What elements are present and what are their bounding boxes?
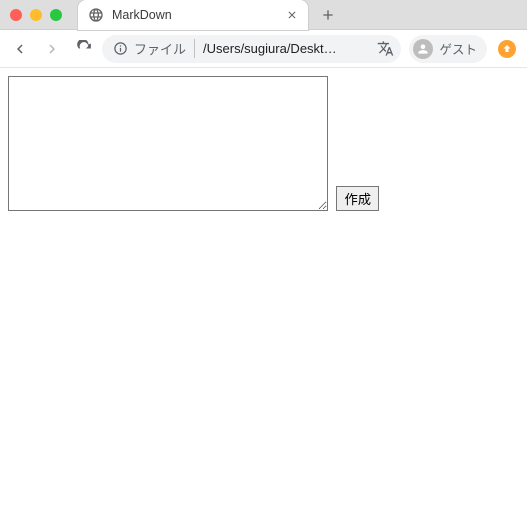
create-button[interactable]: 作成 xyxy=(336,186,379,211)
markdown-textarea[interactable] xyxy=(8,76,328,211)
tab-title: MarkDown xyxy=(112,8,284,22)
update-indicator[interactable] xyxy=(493,35,521,63)
update-arrow-icon xyxy=(498,40,516,58)
browser-tab[interactable]: MarkDown xyxy=(78,0,308,30)
tab-close-button[interactable] xyxy=(284,7,300,23)
profile-guest-label: ゲスト xyxy=(439,39,477,58)
url-path: /Users/sugiura/Deskt… xyxy=(203,41,369,56)
browser-toolbar: ファイル /Users/sugiura/Deskt… ゲスト xyxy=(0,30,527,68)
new-tab-button[interactable] xyxy=(314,1,342,29)
profile-guest-chip[interactable]: ゲスト xyxy=(409,35,487,63)
window-traffic-lights xyxy=(0,9,78,21)
window-minimize-button[interactable] xyxy=(30,9,42,21)
globe-icon xyxy=(88,7,104,23)
window-close-button[interactable] xyxy=(10,9,22,21)
site-info-icon[interactable] xyxy=(112,41,128,57)
url-scheme-label: ファイル xyxy=(134,39,195,58)
window-zoom-button[interactable] xyxy=(50,9,62,21)
avatar-icon xyxy=(413,39,433,59)
forward-button[interactable] xyxy=(38,35,66,63)
translate-icon[interactable] xyxy=(375,39,395,59)
page-content: 作成 xyxy=(0,68,527,219)
address-bar[interactable]: ファイル /Users/sugiura/Deskt… xyxy=(102,35,401,63)
window-titlebar: MarkDown xyxy=(0,0,527,30)
reload-button[interactable] xyxy=(70,35,98,63)
back-button[interactable] xyxy=(6,35,34,63)
